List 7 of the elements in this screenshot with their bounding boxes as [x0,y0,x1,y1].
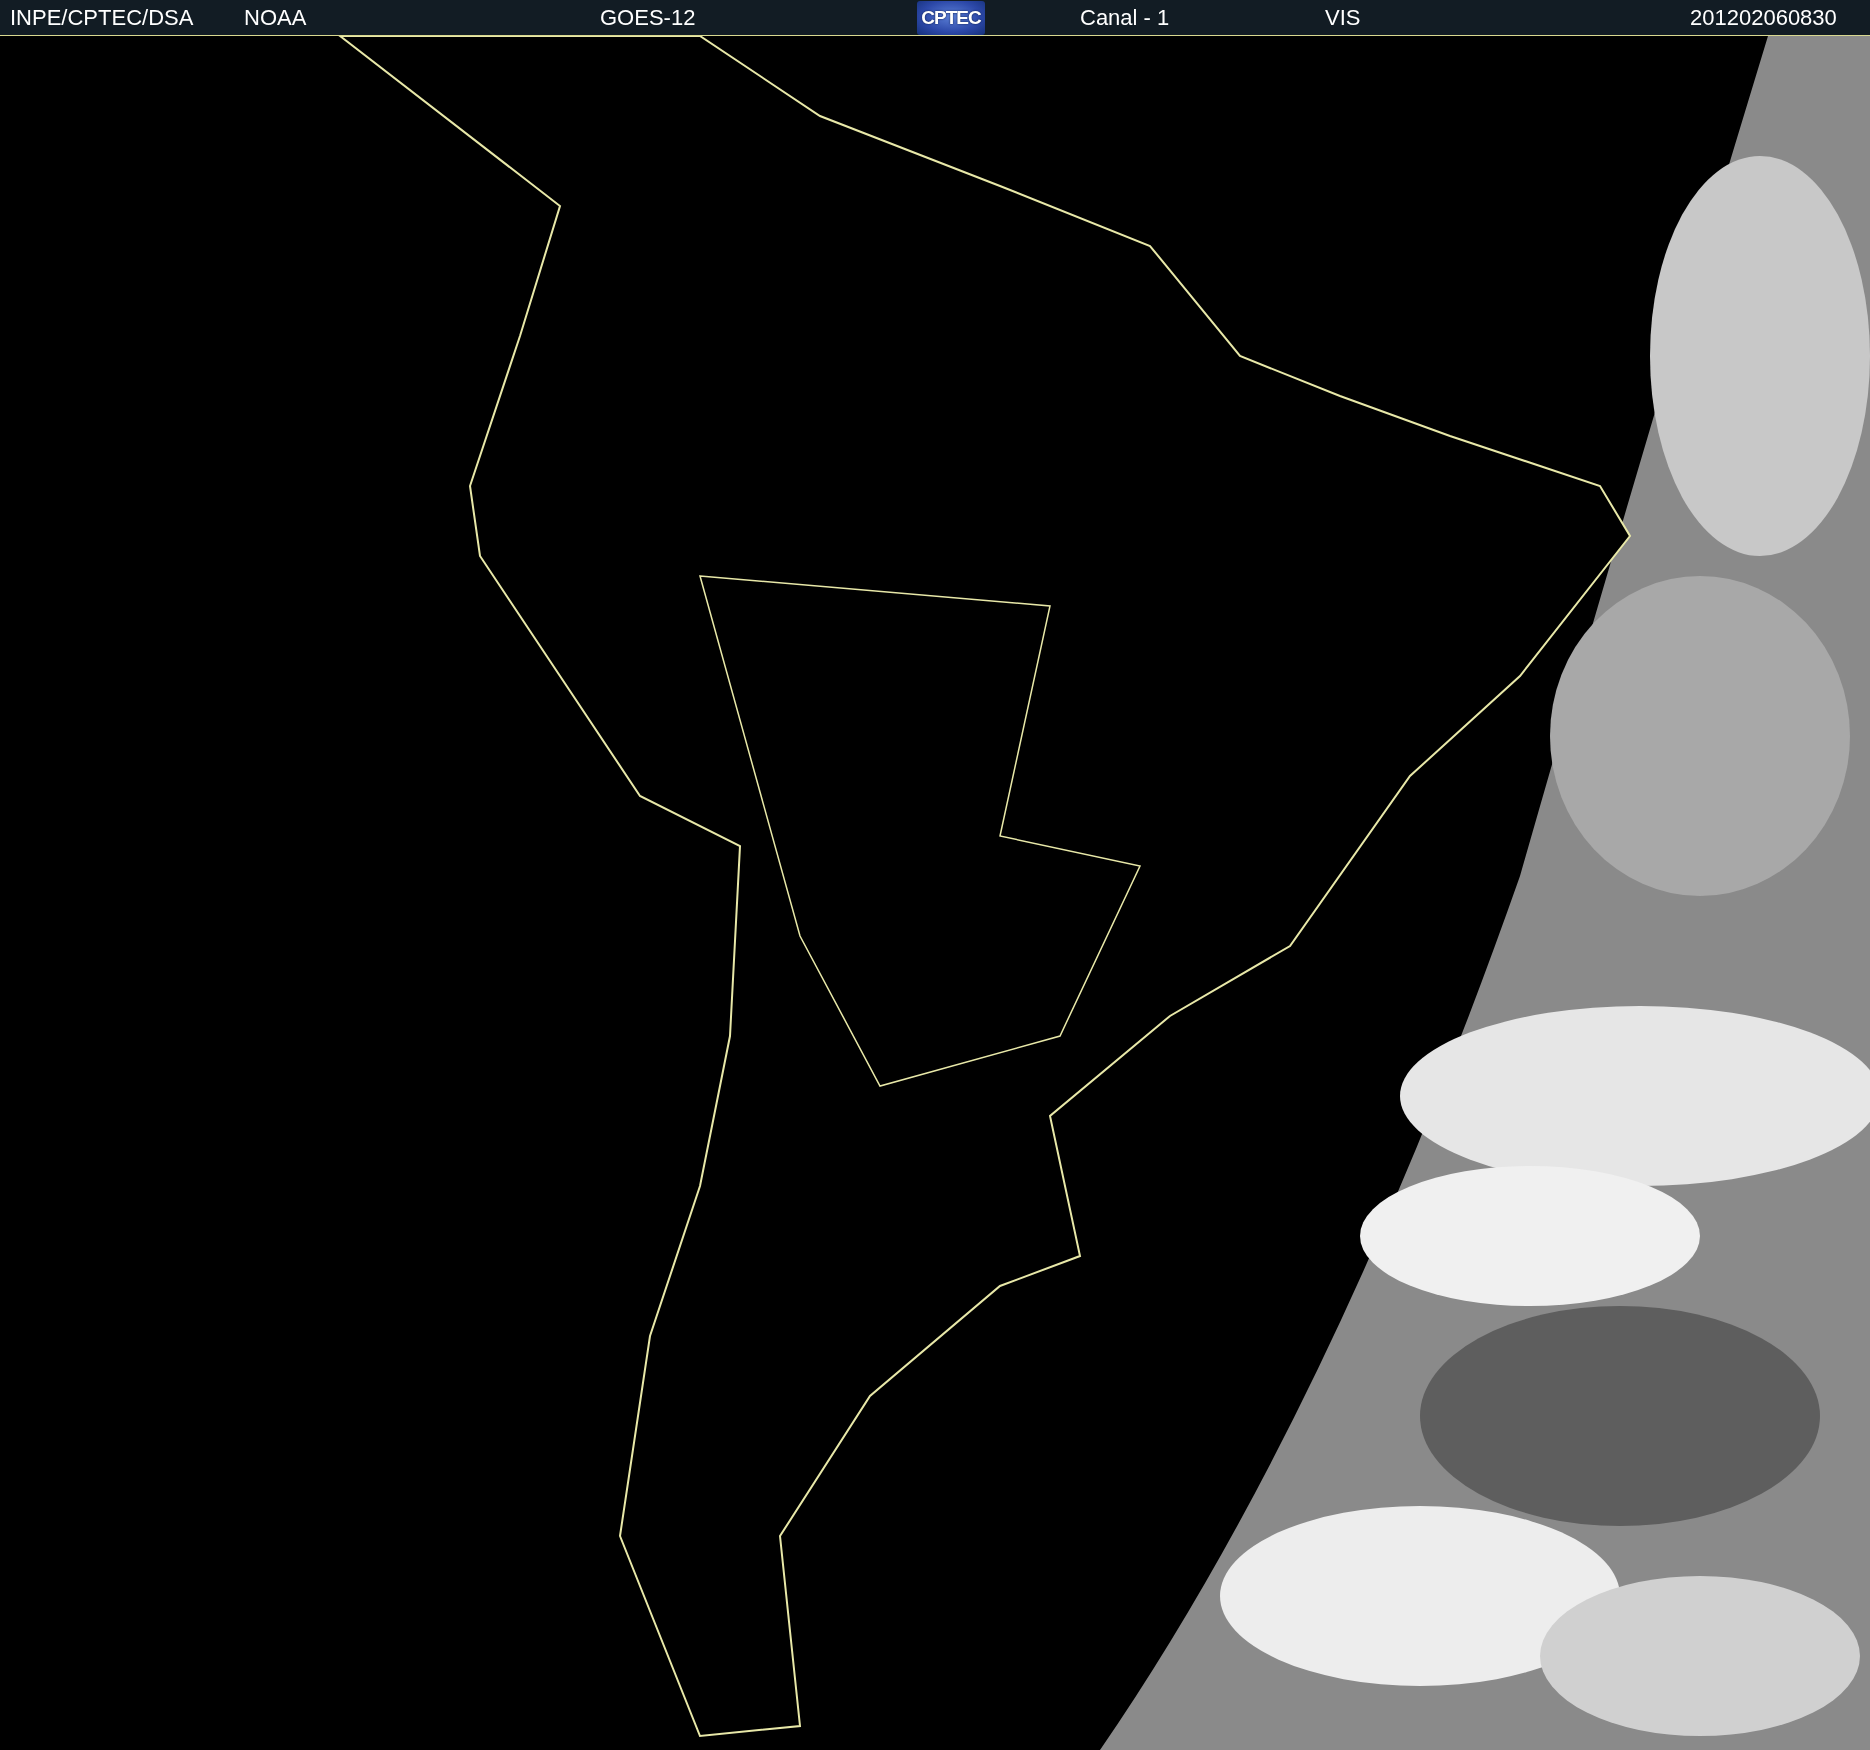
header-label: Canal - 1 [1080,4,1170,31]
header-label: 201202060830 [1690,4,1837,31]
header-label: GOES-12 [600,4,696,31]
header-label: INPE/CPTEC/DSA [10,4,194,31]
header-label: VIS [1325,4,1361,31]
logo-badge: CPTEC [917,0,985,35]
header-label: NOAA [244,4,307,31]
